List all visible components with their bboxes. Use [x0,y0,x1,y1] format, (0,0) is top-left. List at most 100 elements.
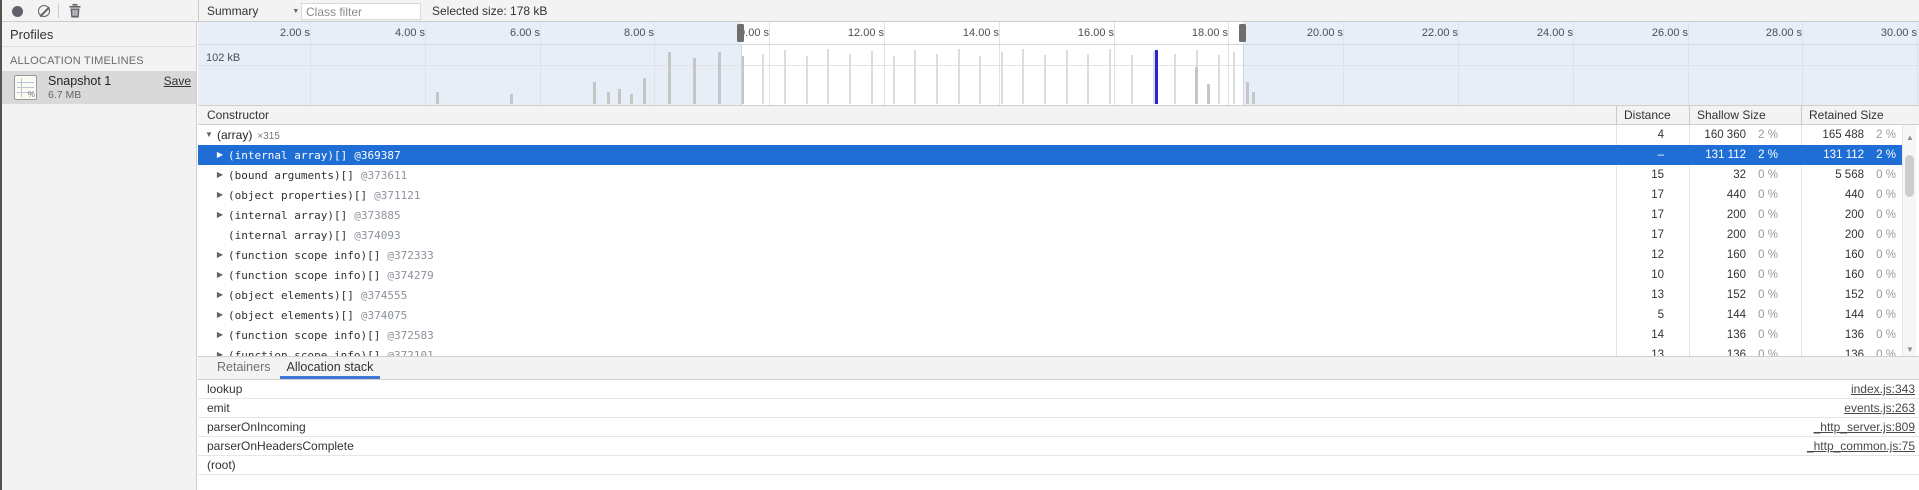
memory-axis-label: 102 kB [206,52,240,64]
shallow-size-percent: 2 % [1746,125,1778,145]
class-filter-input[interactable] [301,3,421,20]
expand-arrow-icon[interactable]: ▶ [215,185,225,205]
table-row[interactable]: ▶ (function scope info)[]@372101 13 136 … [198,345,1902,356]
constructor-cell: ▶ (bound arguments)[]@373611 [198,165,1599,185]
table-row[interactable]: ▶ (object elements)[]@374075 5 144 0 % 1… [198,305,1902,325]
distance-value: 5 [1599,305,1672,325]
table-row[interactable]: ▶ (function scope info)[]@372583 14 136 … [198,325,1902,345]
table-row[interactable]: ▶ (object properties)[]@371121 17 440 0 … [198,185,1902,205]
retained-size-percent: 0 % [1864,345,1896,356]
table-row[interactable]: ▶ (object elements)[]@374555 13 152 0 % … [198,285,1902,305]
table-row[interactable]: ▶ (internal array)[]@373885 17 200 0 % 2… [198,205,1902,225]
table-row[interactable]: (internal array)[]@374093 17 200 0 % 200… [198,225,1902,245]
selection-left-handle[interactable] [737,24,744,42]
grid-scrollbar[interactable]: ▲ ▼ [1902,125,1916,356]
allocation-bar [936,54,938,104]
shallow-size-value: 136 [1672,325,1746,345]
expand-arrow-icon[interactable]: ▶ [215,245,225,265]
retained-size-value: 160 [1784,245,1864,265]
scroll-down-arrow-icon[interactable]: ▼ [1903,345,1917,354]
retained-size-value: 136 [1784,325,1864,345]
stack-source-link[interactable]: _http_server.js:809 [1814,418,1915,436]
save-link[interactable]: Save [164,74,191,88]
retained-size-percent: 0 % [1864,285,1896,305]
retained-size-value: 165 488 [1784,125,1864,145]
window-left-edge [0,0,2,490]
column-header-shallow-size[interactable]: Shallow Size [1689,106,1801,124]
ruler-tick-label: 12.00 s [848,27,884,39]
distance-value: 14 [1599,325,1672,345]
distance-value: 13 [1599,285,1672,305]
constructor-cell: (internal array)[]@374093 [198,225,1599,245]
stack-source-link[interactable]: events.js:263 [1844,399,1915,417]
allocation-bar [1233,52,1235,104]
delete-profile-button[interactable] [64,0,86,22]
column-header-retained-size[interactable]: Retained Size [1801,106,1919,124]
shallow-size-cell: 160 360 2 % [1672,125,1784,145]
timeline-gridline [540,22,541,105]
expand-arrow-icon[interactable]: ▶ [215,325,225,345]
retained-size-cell: 136 0 % [1784,345,1902,356]
allocation-bar [1131,55,1133,104]
retained-size-value: 200 [1784,205,1864,225]
timeline-gridline [310,22,311,105]
scroll-up-arrow-icon[interactable]: ▲ [1903,133,1917,142]
stack-source-link[interactable]: _http_common.js:75 [1807,437,1915,455]
expand-arrow-icon[interactable]: ▶ [215,145,225,165]
timeline-gridline [654,22,655,105]
expand-arrow-icon[interactable]: ▶ [215,265,225,285]
scrollbar-thumb[interactable] [1905,155,1914,197]
retained-size-cell: 136 0 % [1784,325,1902,345]
clear-profiles-button[interactable] [33,0,55,22]
record-button[interactable] [6,0,28,22]
timeline-gridline [1458,22,1459,105]
retained-size-value: 5 568 [1784,165,1864,185]
allocation-timeline-overview[interactable]: 102 kB 2.00 s4.00 s6.00 s8.00 s0.00 s12.… [198,22,1919,105]
selection-right-handle[interactable] [1239,24,1246,42]
object-id: @373885 [354,209,400,222]
table-row[interactable]: ▶ (function scope info)[]@372333 12 160 … [198,245,1902,265]
allocation-bar [718,52,721,104]
expand-arrow-icon[interactable]: ▶ [215,285,225,305]
shallow-size-percent: 0 % [1746,205,1778,225]
stack-source-link[interactable]: index.js:343 [1851,380,1915,398]
tab-retainers[interactable]: Retainers [210,357,278,379]
ruler-tick-label: 28.00 s [1766,27,1802,39]
allocation-bar [668,52,671,104]
expand-arrow-icon[interactable]: ▶ [215,345,225,356]
timeline-gridline [1688,22,1689,105]
shallow-size-percent: 0 % [1746,325,1778,345]
column-header-distance[interactable]: Distance [1616,106,1689,124]
allocation-bar [893,56,895,104]
column-header-constructor[interactable]: Constructor [198,106,1616,124]
retained-size-percent: 2 % [1864,145,1896,165]
allocation-bar [1218,55,1220,104]
tab-allocation-stack[interactable]: Allocation stack [280,357,381,379]
snapshot-name: Snapshot 1 [48,74,111,88]
shallow-size-cell: 136 0 % [1672,325,1784,345]
table-row[interactable]: ▶ (bound arguments)[]@373611 15 32 0 % 5… [198,165,1902,185]
expand-arrow-icon[interactable]: ▶ [215,165,225,185]
allocation-bar [784,50,786,104]
shallow-size-cell: 160 0 % [1672,245,1784,265]
object-id: @372333 [387,249,433,262]
retained-size-percent: 0 % [1864,265,1896,285]
retained-size-value: 144 [1784,305,1864,325]
ruler-tick-label: 30.00 s [1881,27,1917,39]
ruler-tick-label: 16.00 s [1078,27,1114,39]
perspective-dropdown[interactable]: Summary ▼ [207,0,299,22]
allocation-bar [827,49,829,104]
distance-value: – [1599,145,1672,165]
table-row[interactable]: ▼ (array)×315 4 160 360 2 % 165 488 2 % [198,125,1902,145]
expand-arrow-icon[interactable]: ▶ [215,305,225,325]
retained-size-value: 200 [1784,225,1864,245]
allocation-bar [1174,54,1176,104]
expand-arrow-icon[interactable]: ▶ [215,205,225,225]
expand-arrow-icon[interactable]: ▼ [204,125,214,145]
table-row[interactable]: ▶ (function scope info)[]@374279 10 160 … [198,265,1902,285]
retained-size-cell: 144 0 % [1784,305,1902,325]
table-row[interactable]: ▶ (internal array)[]@369387 – 131 112 2 … [198,145,1902,165]
allocation-bar [643,78,646,104]
constructor-name: (internal array)[] [228,149,347,162]
sidebar-item-snapshot-1[interactable]: % Snapshot 1 6.7 MB Save [0,71,196,104]
